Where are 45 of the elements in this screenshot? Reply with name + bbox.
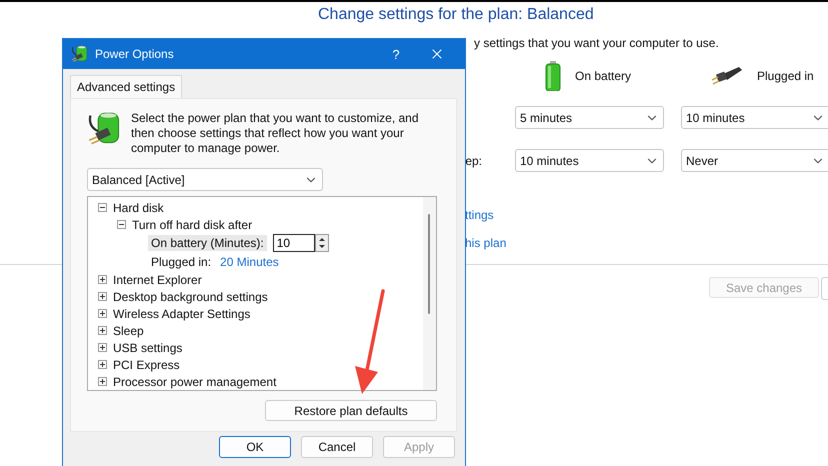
spin-arrows-icon[interactable] [314,234,329,252]
expand-icon[interactable] [98,360,107,369]
tree-item[interactable]: Hard disk [113,200,164,214]
description: Select the power plan that you want to customize, and then choose settings that reflect how you want your computer to manage power. [131,111,420,156]
window-title: Power Options [95,47,175,61]
tree-item[interactable]: Desktop background settings [113,290,268,304]
value-link[interactable]: 20 Minutes [220,255,279,269]
expand-icon[interactable] [98,326,107,335]
scrollbar[interactable] [423,197,436,390]
setting-label[interactable]: On battery (Minutes): [148,235,267,251]
tree-item[interactable]: Internet Explorer [113,272,202,286]
tree-item[interactable]: Processor power management [113,374,276,388]
setting-label[interactable]: Plugged in: [148,254,214,270]
dropdown[interactable]: 10 minutes [681,106,828,129]
battery-icon [545,61,561,91]
tree-item[interactable]: Sleep [113,324,144,338]
row-label: ep: [465,154,483,168]
column-label: Plugged in [757,69,814,83]
page-subtitle: y settings that you want your computer to use. [474,36,720,50]
expand-icon[interactable] [98,275,107,284]
help-button[interactable]: ? [381,46,411,62]
dropdown[interactable]: 5 minutes [515,106,664,129]
expand-icon[interactable] [98,343,107,352]
tree-item[interactable]: Wireless Adapter Settings [113,306,250,320]
page-title: Change settings for the plan: Balanced [318,6,595,24]
column-label: On battery [575,69,632,83]
collapse-icon[interactable] [98,203,107,212]
expand-icon[interactable] [98,309,107,318]
dialog-button[interactable]: OK [219,436,291,458]
expand-icon[interactable] [98,292,107,301]
dropdown[interactable]: 10 minutes [515,149,664,172]
battery-plug-icon [71,45,89,63]
collapse-icon[interactable] [117,220,126,229]
tree-item[interactable]: Turn off hard disk after [132,218,252,232]
plug-icon [711,65,743,87]
dropdown[interactable]: Never [681,149,828,172]
restore-defaults-button[interactable]: Restore plan defaults [265,400,437,421]
tree-item[interactable]: PCI Express [113,358,180,372]
settings-link[interactable]: his plan [465,236,828,250]
settings-link[interactable]: ttings [465,208,828,222]
dialog-button[interactable]: Cancel [301,436,373,458]
tree-item[interactable]: USB settings [113,340,182,354]
expand-icon[interactable] [98,377,107,386]
plan-dropdown[interactable]: Balanced [Active] [87,168,323,191]
tab[interactable]: Advanced settings [70,75,182,98]
